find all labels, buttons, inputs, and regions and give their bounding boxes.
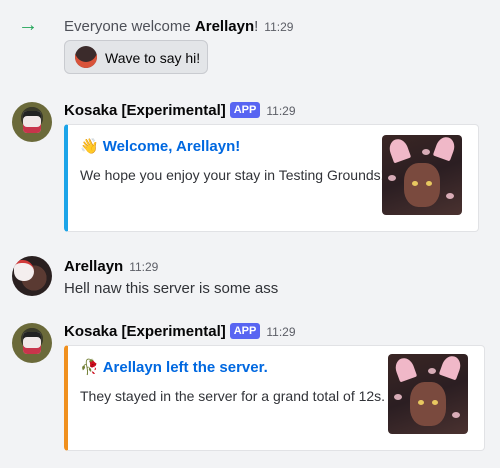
- wilted-rose-icon: 🥀: [80, 359, 99, 376]
- message-kosaka-left: Kosaka [Experimental] APP 11:29 🥀 Arellayn …: [0, 321, 500, 456]
- wave-sticker-icon: [75, 46, 97, 68]
- message-kosaka-welcome: Kosaka [Experimental] APP 11:29 👋 Welcome, …: [0, 100, 500, 240]
- avatar[interactable]: [12, 323, 52, 363]
- message-header: Kosaka [Experimental] APP 11:29: [64, 102, 296, 119]
- avatar[interactable]: [12, 102, 52, 142]
- app-badge: APP: [229, 323, 261, 339]
- embed-title: 🥀 Arellayn left the server.: [80, 359, 268, 376]
- waving-hand-icon: 👋: [80, 138, 99, 155]
- wave-button[interactable]: Wave to say hi!: [64, 40, 208, 74]
- arrow-right-icon: →: [18, 14, 38, 36]
- author-name[interactable]: Kosaka [Experimental]: [64, 102, 226, 119]
- message-timestamp: 11:29: [264, 20, 294, 34]
- join-system-message: → Everyone welcome Arellayn! 11:29 Wave t…: [0, 0, 500, 80]
- message-header: Kosaka [Experimental] APP 11:29: [64, 323, 296, 340]
- embed-description: They stayed in the server for a grand to…: [80, 388, 386, 404]
- embed-title: 👋 Welcome, Arellayn!: [80, 138, 241, 155]
- embed-thumbnail[interactable]: [388, 354, 468, 434]
- embed-thumbnail[interactable]: [382, 135, 462, 215]
- app-badge: APP: [229, 102, 261, 118]
- join-username[interactable]: Arellayn: [195, 18, 254, 35]
- wave-button-label: Wave to say hi!: [105, 50, 201, 66]
- author-name[interactable]: Kosaka [Experimental]: [64, 323, 226, 340]
- welcome-embed: 👋 Welcome, Arellayn! We hope you enjoy yo…: [64, 124, 479, 232]
- embed-description: We hope you enjoy your stay in Testing G…: [80, 167, 385, 183]
- avatar[interactable]: [12, 256, 52, 296]
- message-content: Hell naw this server is some ass: [64, 280, 279, 297]
- author-name[interactable]: Arellayn: [64, 258, 123, 275]
- message-arellayn: Arellayn 11:29 Hell naw this server is so…: [0, 256, 500, 306]
- join-text: Everyone welcome Arellayn! 11:29: [64, 18, 294, 35]
- message-timestamp: 11:29: [129, 260, 159, 274]
- message-header: Arellayn 11:29: [64, 258, 158, 275]
- message-timestamp: 11:29: [266, 104, 296, 118]
- left-embed: 🥀 Arellayn left the server. They stayed i…: [64, 345, 485, 451]
- message-timestamp: 11:29: [266, 325, 296, 339]
